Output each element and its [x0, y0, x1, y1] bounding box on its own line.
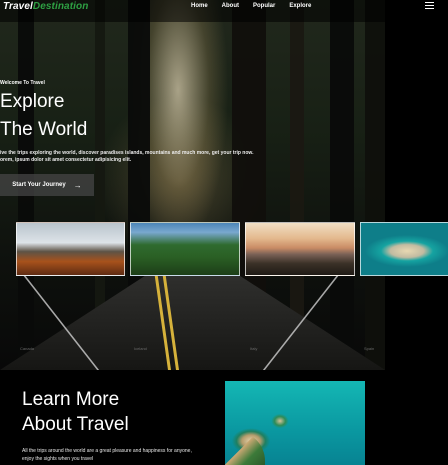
forest-tree	[365, 0, 385, 370]
menu-line	[425, 8, 434, 9]
nav-explore-link[interactable]: Explore	[289, 3, 311, 9]
hero-title: Explore The World	[0, 88, 87, 144]
menu-line	[425, 2, 434, 3]
about-title-line-1: Learn More	[22, 389, 120, 410]
hero-description: ive the trips exploring the world, disco…	[0, 150, 254, 163]
destination-card-canada[interactable]	[16, 222, 125, 276]
destination-card-italy[interactable]	[245, 222, 355, 276]
forest-tree	[330, 0, 354, 370]
about-text: All the trips around the world are a gre…	[22, 448, 192, 462]
arrow-right-icon: →	[73, 180, 82, 190]
about-title-line-2: About Travel	[22, 414, 129, 435]
site-logo[interactable]: TravelDestination	[3, 1, 88, 12]
nav-about-link[interactable]: About	[222, 3, 239, 9]
logo-prefix: Travel	[3, 1, 33, 12]
start-journey-button[interactable]: Start Your Journey →	[0, 174, 94, 196]
main-nav: Home About Popular Explore	[191, 3, 311, 9]
card-caption-iceland: Iceland	[134, 346, 147, 351]
destination-card-iceland[interactable]	[130, 222, 240, 276]
hero-eyebrow: Welcome To Travel	[0, 80, 45, 86]
card-caption-italy: Italy	[250, 346, 258, 351]
nav-home-link[interactable]: Home	[191, 3, 208, 9]
about-aerial-image	[225, 381, 365, 465]
start-journey-label: Start Your Journey	[12, 182, 66, 188]
site-header: TravelDestination Home About Popular Exp…	[0, 0, 448, 22]
hero-title-line-2: The World	[0, 119, 88, 140]
hamburger-icon[interactable]	[425, 2, 434, 9]
card-caption-canada: Canada	[20, 346, 35, 351]
logo-accent: Destination	[32, 1, 89, 12]
about-title: Learn More About Travel	[22, 387, 129, 437]
menu-line	[425, 5, 434, 6]
hero-title-line-1: Explore	[0, 91, 65, 112]
nav-popular-link[interactable]: Popular	[253, 3, 275, 9]
destination-card-spain[interactable]	[360, 222, 448, 276]
card-caption-spain: Spain	[364, 346, 375, 351]
